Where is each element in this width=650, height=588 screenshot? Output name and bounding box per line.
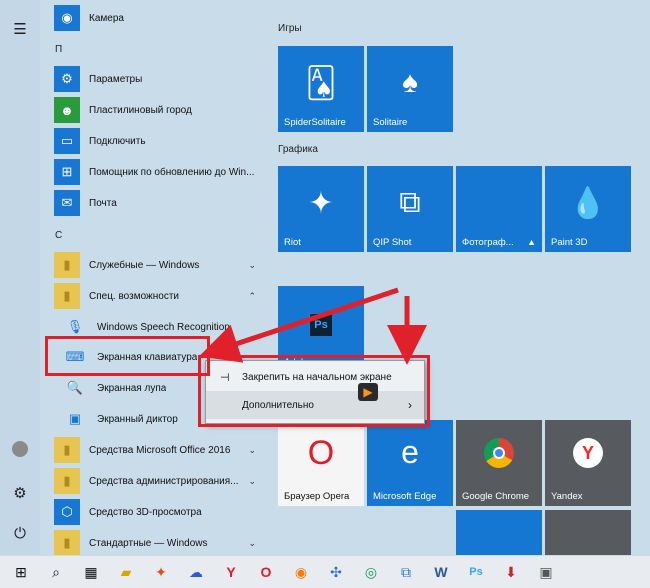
riot-taskbar-icon[interactable]: ✦ xyxy=(147,558,175,586)
qip-shot-taskbar-icon[interactable]: ⧉ xyxy=(392,558,420,586)
cloud-app-icon[interactable]: ☁ xyxy=(182,558,210,586)
taskbar: ⊞ ⌕ ▦ ▰ ✦ ☁ Y O ◉ ✣ ◎ ⧉ W Ps ⬇ ▣ xyxy=(0,555,650,588)
firefox-icon[interactable]: ◉ xyxy=(287,558,315,586)
start-menu: ☰ ⚙ ⏻ ◉ Камера П ⚙ Параметры ☻ Пластилин… xyxy=(0,0,650,556)
word-icon[interactable]: W xyxy=(427,558,455,586)
annotation-arrows xyxy=(199,287,427,365)
task-view-icon[interactable]: ▦ xyxy=(77,558,105,586)
opera-taskbar-icon[interactable]: O xyxy=(252,558,280,586)
arrow-to-keyboard xyxy=(199,287,399,363)
search-icon[interactable]: ⌕ xyxy=(42,558,70,586)
windows-start-icon[interactable]: ⊞ xyxy=(7,558,35,586)
download-icon[interactable]: ⬇ xyxy=(497,558,525,586)
chrome-taskbar-icon[interactable]: ◎ xyxy=(357,558,385,586)
yandex-taskbar-icon[interactable]: Y xyxy=(217,558,245,586)
photoshop-taskbar-icon[interactable]: Ps xyxy=(462,558,490,586)
file-explorer-icon[interactable]: ▰ xyxy=(112,558,140,586)
network-app-icon[interactable]: ✣ xyxy=(322,558,350,586)
app-taskbar-icon[interactable]: ▣ xyxy=(532,558,560,586)
